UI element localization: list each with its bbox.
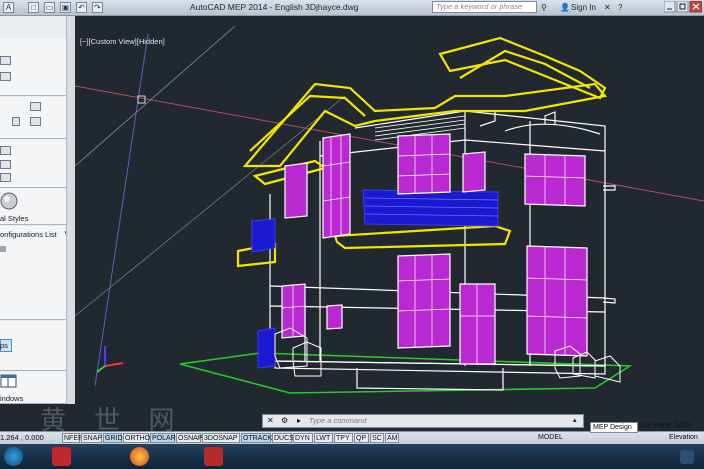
cut-plane-readout[interactable]: Cut Plane: 1400 xyxy=(640,422,690,429)
command-line-dropdown-icon[interactable]: ▴ xyxy=(573,416,577,424)
help-icon[interactable]: ? xyxy=(618,2,622,13)
cursor-coordinates: 1.264 , 0.000 xyxy=(0,433,44,442)
windows-label: indows xyxy=(0,394,24,403)
workspace-selector[interactable]: MEP Design xyxy=(590,422,638,433)
start-menu-icon[interactable] xyxy=(4,447,23,466)
site-watermark: 黄 世 网 xyxy=(40,406,185,436)
title-bar: A □ ▭ ▣ ↶ ↷ AutoCAD MEP 2014 - English 3… xyxy=(0,0,704,16)
sign-in-button[interactable]: Sign In xyxy=(571,2,596,13)
status-toggle-am[interactable]: AM xyxy=(385,433,399,443)
visual-styles-label: al Styles xyxy=(0,214,29,223)
configurations-panel: onfigurations List ▾ xyxy=(0,226,74,320)
search-input[interactable]: Type a keyword or phrase xyxy=(432,1,537,13)
properties-icon[interactable] xyxy=(0,72,11,81)
windows xyxy=(281,133,588,365)
palette-panel-2: ▸ xyxy=(0,97,74,139)
match-properties-icon[interactable] xyxy=(30,102,41,111)
chrome-icon[interactable] xyxy=(130,447,149,466)
elevation-button[interactable]: Elevation xyxy=(668,433,699,443)
status-toggle-3dosnap[interactable]: 3DOSNAP xyxy=(202,433,240,443)
ucs-grey-axis-line xyxy=(75,25,236,167)
close-command-line-icon[interactable]: ✕ xyxy=(267,416,274,425)
selected-item-label: ps xyxy=(0,341,8,350)
model-space-button[interactable]: MODEL xyxy=(537,433,564,443)
undo-icon[interactable]: ↶ xyxy=(76,2,87,13)
acrobat-icon[interactable] xyxy=(204,447,223,466)
status-toggle-sc[interactable]: SC xyxy=(370,433,384,443)
new-file-icon[interactable]: □ xyxy=(28,2,39,13)
autocad-icon[interactable] xyxy=(52,447,71,466)
configurations-list-label[interactable]: onfigurations List xyxy=(0,230,57,239)
window-controls xyxy=(663,0,703,13)
tool-palette: ▸ ▸ ▸ al Styles ▸ onfigurations List ▾ p… xyxy=(0,16,75,404)
visual-style-sphere-icon xyxy=(0,192,18,210)
ucs-blue-axis-line xyxy=(94,33,149,387)
palette-scrollbar[interactable] xyxy=(66,16,75,404)
selection-panel: ps xyxy=(0,321,74,371)
search-icon[interactable]: ⚲ xyxy=(541,2,551,13)
ucs-origin-marker xyxy=(137,95,146,104)
user-icon[interactable]: 👤 xyxy=(560,2,570,13)
status-toggle-otrack[interactable]: OTRACK xyxy=(241,433,272,443)
customize-icon[interactable]: ⚙ xyxy=(281,416,288,425)
ucs-red-axis-line xyxy=(75,85,704,202)
house-3d-model xyxy=(75,25,704,394)
os-taskbar xyxy=(0,444,704,469)
cut-plane-value: 1400 xyxy=(674,422,691,429)
status-toggle-qp[interactable]: QP xyxy=(354,433,369,443)
windows-icon xyxy=(0,374,17,388)
system-tray-icon[interactable] xyxy=(680,450,694,464)
status-toggle-dyn[interactable]: DYN xyxy=(293,433,313,443)
minimize-maximize-close-icon[interactable] xyxy=(663,0,703,13)
save-icon[interactable]: ▣ xyxy=(60,2,71,13)
exchange-icon[interactable]: ✕ xyxy=(604,2,611,13)
palette-panel-1: ▸ xyxy=(0,38,74,96)
window-title: AutoCAD MEP 2014 - English 3Djhayce.dwg xyxy=(190,2,359,12)
open-folder-icon[interactable]: ▭ xyxy=(44,2,55,13)
cut-plane-label: Cut Plane: xyxy=(640,422,673,429)
layer-state-icon[interactable] xyxy=(0,146,11,155)
dropdown-icon[interactable] xyxy=(12,117,20,126)
copy-properties-icon[interactable] xyxy=(30,117,41,126)
command-input[interactable]: Type a command xyxy=(309,416,569,426)
layer-lock-icon[interactable] xyxy=(0,173,11,182)
layer-icon[interactable] xyxy=(0,56,11,65)
recent-commands-icon[interactable]: ▸ xyxy=(297,416,301,425)
palette-panel-3: ▸ xyxy=(0,140,74,188)
status-toggle-ducs[interactable]: DUCS xyxy=(272,433,294,443)
visual-styles-panel[interactable]: al Styles ▸ xyxy=(0,189,74,225)
app-menu-icon[interactable]: A xyxy=(3,2,14,13)
list-bullet-icon xyxy=(0,246,6,252)
redo-icon[interactable]: ↷ xyxy=(92,2,103,13)
status-toggle-tpy[interactable]: TPY xyxy=(334,433,353,443)
layer-freeze-icon[interactable] xyxy=(0,160,11,169)
command-line: ✕ ⚙ ▸ Type a command ▴ xyxy=(262,414,584,428)
status-toggle-lwt[interactable]: LWT xyxy=(314,433,333,443)
viewport-controls-label[interactable]: [−][Custom View][Hidden] xyxy=(80,37,165,46)
